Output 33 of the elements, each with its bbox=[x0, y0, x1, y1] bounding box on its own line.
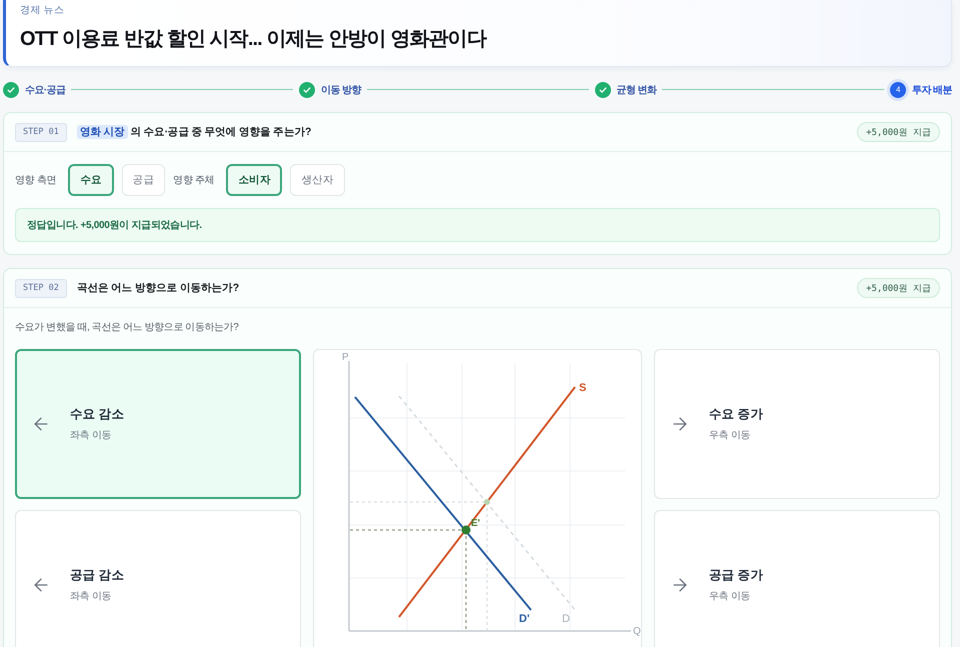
article-title: OTT 이용료 반값 할인 시작... 이제는 안방이 영화관이다 bbox=[20, 27, 486, 52]
question-text: 곡선은 어느 방향으로 이동하는가? bbox=[76, 281, 239, 295]
prompt-text: 수요가 변했을 때, 곡선은 어느 방향으로 이동하는가? bbox=[15, 321, 240, 335]
category-label: 경제 뉴스 bbox=[20, 4, 64, 18]
original-equilibrium-point-icon bbox=[484, 499, 490, 505]
group-label: 영향 주체 bbox=[173, 174, 214, 187]
question-text: 영화 시장 의 수요·공급 중 무엇에 영향을 주는가? bbox=[76, 125, 311, 139]
step-badge: STEP 01 bbox=[15, 122, 67, 142]
choice-card[interactable]: 수요 증가 우측 이동 bbox=[654, 349, 940, 499]
choice-card[interactable]: 수요 감소 좌측 이동 bbox=[15, 349, 301, 499]
choice-card[interactable]: 공급 증가 우측 이동 bbox=[654, 510, 940, 647]
choice-card[interactable]: 공급 감소 좌측 이동 bbox=[15, 510, 301, 647]
axis-label: P bbox=[342, 352, 349, 363]
equilibrium-point-icon bbox=[462, 526, 470, 534]
feedback-message: 정답입니다. +5,000원이 지급되었습니다. bbox=[15, 208, 940, 242]
step-label[interactable]: 수요·공급 bbox=[25, 82, 66, 96]
option-toggle[interactable]: 수요 bbox=[68, 164, 114, 196]
step-badge: STEP 02 bbox=[15, 278, 67, 298]
curve-label: S bbox=[579, 382, 586, 394]
option-toggle[interactable]: 공급 bbox=[122, 164, 166, 196]
group-label: 영향 측면 bbox=[15, 174, 56, 187]
step-label[interactable]: 투자 배분 bbox=[912, 82, 952, 96]
axis-label: Q bbox=[633, 626, 641, 637]
reward-badge: +5,000원 지급 bbox=[857, 122, 940, 142]
curve-label: D' bbox=[519, 613, 530, 625]
step-label[interactable]: 균형 변화 bbox=[616, 82, 656, 96]
option-toggle[interactable]: 소비자 bbox=[226, 164, 282, 196]
point-label: E' bbox=[471, 518, 480, 529]
option-toggle[interactable]: 생산자 bbox=[290, 164, 345, 196]
curve-label: D bbox=[562, 613, 570, 625]
step-number: 4 bbox=[890, 82, 906, 98]
step-label[interactable]: 이동 방향 bbox=[321, 82, 361, 96]
reward-badge: +5,000원 지급 bbox=[857, 278, 940, 298]
